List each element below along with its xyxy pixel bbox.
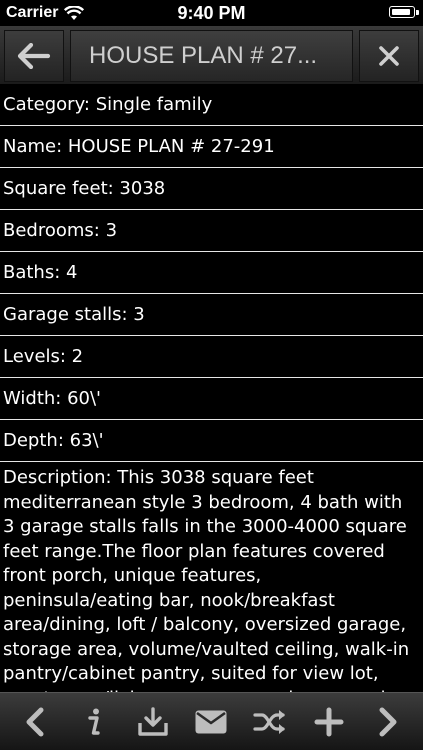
download-button[interactable] — [129, 698, 177, 746]
garage-text: Garage stalls: 3 — [3, 304, 145, 325]
name-text: Name: HOUSE PLAN # 27-291 — [3, 136, 275, 157]
status-bar: Carrier 9:40 PM — [0, 0, 423, 26]
battery-icon — [389, 6, 419, 18]
back-button[interactable] — [4, 30, 64, 82]
plan-details: Category: Single family Name: HOUSE PLAN… — [0, 84, 423, 692]
detail-row-baths: Baths: 4 — [0, 252, 423, 294]
detail-row-bedrooms: Bedrooms: 3 — [0, 210, 423, 252]
navigation-bar: HOUSE PLAN # 27... — [0, 26, 423, 85]
levels-text: Levels: 2 — [3, 346, 84, 367]
description-text: Description: This 3038 square feet medit… — [3, 467, 410, 692]
shuffle-button[interactable] — [246, 698, 294, 746]
width-text: Width: 60\' — [3, 388, 101, 409]
depth-text: Depth: 63\' — [3, 430, 104, 451]
detail-row-levels: Levels: 2 — [0, 336, 423, 378]
plus-icon — [314, 707, 344, 736]
arrow-left-icon — [17, 43, 51, 69]
chevron-right-icon — [379, 707, 397, 736]
detail-row-width: Width: 60\' — [0, 378, 423, 420]
info-icon — [88, 708, 100, 735]
detail-row-name: Name: HOUSE PLAN # 27-291 — [0, 126, 423, 168]
page-title: HOUSE PLAN # 27... — [70, 30, 353, 82]
mail-button[interactable] — [187, 698, 235, 746]
battery-fill — [392, 9, 410, 15]
detail-row-category: Category: Single family — [0, 84, 423, 126]
mail-icon — [195, 710, 227, 733]
bedrooms-text: Bedrooms: 3 — [3, 220, 118, 241]
download-icon — [138, 706, 168, 736]
previous-button[interactable] — [11, 698, 59, 746]
status-time: 9:40 PM — [177, 3, 246, 23]
next-button[interactable] — [364, 698, 412, 746]
detail-row-depth: Depth: 63\' — [0, 420, 423, 462]
chevron-left-icon — [26, 707, 44, 736]
add-button[interactable] — [305, 698, 353, 746]
bottom-toolbar — [0, 692, 423, 750]
baths-text: Baths: 4 — [3, 262, 78, 283]
category-text: Category: Single family — [3, 94, 213, 115]
detail-row-square-feet: Square feet: 3038 — [0, 168, 423, 210]
status-right — [389, 6, 419, 18]
info-button[interactable] — [70, 698, 118, 746]
square-feet-text: Square feet: 3038 — [3, 178, 166, 199]
detail-row-garage: Garage stalls: 3 — [0, 294, 423, 336]
close-icon — [379, 46, 399, 66]
shuffle-icon — [253, 709, 286, 734]
close-button[interactable] — [359, 30, 419, 82]
